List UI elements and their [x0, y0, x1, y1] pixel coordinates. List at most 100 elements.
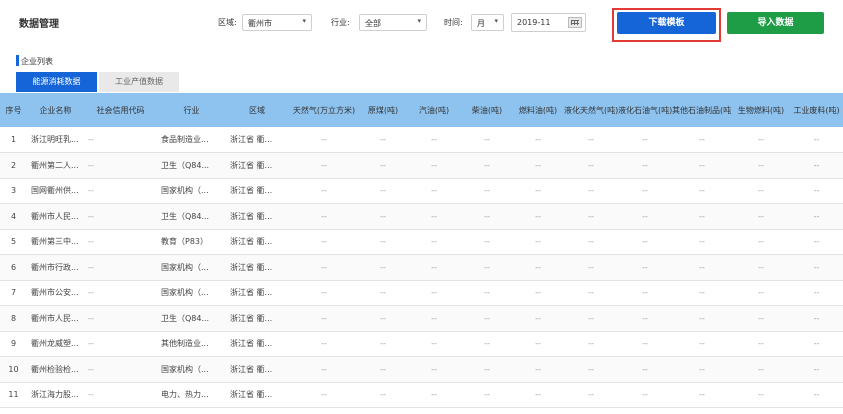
table-row[interactable]: 7 衢州市公安... -- 国家机构（... 浙江省 衢... -- -- -- -- -- -- -… — [0, 280, 843, 306]
table-row[interactable]: 9 衢州龙威塑... -- 其他制造业... 浙江省 衢... -- -- -- -- -- -- -… — [0, 331, 843, 357]
download-template-button[interactable]: 下载模板 — [617, 12, 716, 34]
table-row[interactable]: 3 国网衢州供... -- 国家机构（... 浙江省 衢... -- -- -- -- -- -- -… — [0, 178, 843, 204]
value-cell: -- — [360, 203, 406, 230]
enterprise-name-cell: 衢州第三中... — [27, 229, 84, 255]
industry-cell: 国家机构（... — [157, 178, 226, 204]
table-row[interactable]: 2 衢州第二人... -- 卫生（Q84... 浙江省 衢... -- -- -- -- -- --… — [0, 152, 843, 179]
value-cell: -- — [360, 382, 406, 408]
row-number: 6 — [0, 254, 27, 281]
value-cell: -- — [288, 254, 360, 281]
tab-energy-consumption[interactable]: 能源消耗数据 — [16, 72, 97, 92]
industry-cell: 国家机构（... — [157, 254, 226, 281]
column-header: 原煤(吨) — [360, 93, 406, 127]
value-cell: -- — [288, 203, 360, 230]
value-cell: -- — [672, 382, 732, 408]
credit-code-cell: -- — [84, 229, 157, 255]
value-cell: -- — [512, 356, 564, 383]
value-cell: -- — [406, 229, 462, 255]
region-cell: 浙江省 衢... — [226, 356, 288, 383]
industry-label: 行业: — [331, 18, 350, 27]
date-picker[interactable]: 2019-11 — [511, 13, 586, 32]
column-header: 序号 — [0, 93, 27, 127]
credit-code-cell: -- — [84, 254, 157, 281]
credit-code-cell: -- — [84, 280, 157, 306]
enterprise-name-cell: 衢州检验检... — [27, 356, 84, 383]
value-cell: -- — [618, 152, 672, 179]
value-cell: -- — [406, 127, 462, 153]
table-row[interactable]: 4 衢州市人民... -- 卫生（Q84... 浙江省 衢... -- -- -- -- -- --… — [0, 203, 843, 230]
table-row[interactable]: 5 衢州第三中... -- 教育（P83） 浙江省 衢... -- -- -- -- -- -- --… — [0, 229, 843, 255]
section-accent-bar — [16, 55, 19, 66]
time-label: 时间: — [444, 18, 463, 27]
value-cell: -- — [406, 203, 462, 230]
value-cell: -- — [462, 152, 512, 179]
industry-cell: 国家机构（... — [157, 280, 226, 306]
enterprise-name-cell: 衢州市行政... — [27, 254, 84, 281]
import-data-button[interactable]: 导入数据 — [727, 12, 824, 34]
value-cell: -- — [360, 331, 406, 357]
value-cell: -- — [564, 305, 618, 332]
value-cell: -- — [406, 178, 462, 204]
value-cell: -- — [672, 280, 732, 306]
value-cell: -- — [732, 203, 790, 230]
value-cell: -- — [672, 127, 732, 153]
enterprise-table: 序号 企业名称 社会信用代码 行业 区域 天然气(万立方米) 原煤(吨) 汽油(吨) 柴油(吨)… — [0, 93, 843, 408]
region-cell: 浙江省 衢... — [226, 152, 288, 179]
value-cell: -- — [462, 280, 512, 306]
value-cell: -- — [462, 356, 512, 383]
value-cell: -- — [790, 305, 843, 332]
value-cell: -- — [288, 305, 360, 332]
value-cell: -- — [462, 331, 512, 357]
region-cell: 浙江省 衢... — [226, 127, 288, 153]
value-cell: -- — [732, 254, 790, 281]
time-unit-select[interactable]: 月 ▾ — [471, 14, 504, 31]
value-cell: -- — [672, 152, 732, 179]
value-cell: -- — [360, 254, 406, 281]
value-cell: -- — [462, 178, 512, 204]
region-label: 区域: — [218, 18, 237, 27]
value-cell: -- — [288, 331, 360, 357]
value-cell: -- — [406, 356, 462, 383]
column-header: 其他石油制品(吨) — [672, 93, 732, 127]
region-select[interactable]: 衢州市 ▾ — [242, 14, 312, 31]
credit-code-cell: -- — [84, 127, 157, 153]
value-cell: -- — [406, 280, 462, 306]
value-cell: -- — [790, 203, 843, 230]
value-cell: -- — [732, 280, 790, 306]
table-row[interactable]: 11 浙江海力股... -- 电力、热力... 浙江省 衢... -- -- -- -- -- --… — [0, 382, 843, 408]
credit-code-cell: -- — [84, 178, 157, 204]
value-cell: -- — [618, 280, 672, 306]
industry-cell: 其他制造业... — [157, 331, 226, 357]
value-cell: -- — [406, 331, 462, 357]
table-row[interactable]: 6 衢州市行政... -- 国家机构（... 浙江省 衢... -- -- -- -- -- -- -… — [0, 254, 843, 281]
value-cell: -- — [360, 356, 406, 383]
value-cell: -- — [618, 254, 672, 281]
row-number: 3 — [0, 178, 27, 204]
table-row[interactable]: 10 衢州检验检... -- 国家机构（... 浙江省 衢... -- -- -- -- -- --… — [0, 356, 843, 383]
table-row[interactable]: 8 衢州市人民... -- 卫生（Q84... 浙江省 衢... -- -- -- -- -- --… — [0, 305, 843, 332]
industry-select[interactable]: 全部 ▾ — [359, 14, 427, 31]
value-cell: -- — [672, 178, 732, 204]
region-cell: 浙江省 衢... — [226, 280, 288, 306]
value-cell: -- — [732, 356, 790, 383]
row-number: 2 — [0, 152, 27, 179]
calendar-icon[interactable] — [568, 17, 582, 28]
tab-industrial-output[interactable]: 工业产值数据 — [99, 72, 179, 92]
enterprise-name-cell: 国网衢州供... — [27, 178, 84, 204]
value-cell: -- — [288, 280, 360, 306]
value-cell: -- — [462, 203, 512, 230]
row-number: 7 — [0, 280, 27, 306]
column-header: 燃料油(吨) — [512, 93, 564, 127]
credit-code-cell: -- — [84, 152, 157, 179]
value-cell: -- — [512, 178, 564, 204]
value-cell: -- — [672, 254, 732, 281]
value-cell: -- — [618, 331, 672, 357]
value-cell: -- — [564, 203, 618, 230]
region-cell: 浙江省 衢... — [226, 254, 288, 281]
value-cell: -- — [618, 382, 672, 408]
table-row[interactable]: 1 浙江明旺乳... -- 食品制造业... 浙江省 衢... -- -- -- -- -- -- -… — [0, 127, 843, 153]
value-cell: -- — [512, 229, 564, 255]
column-header: 生物燃料(吨) — [732, 93, 790, 127]
value-cell: -- — [790, 331, 843, 357]
chevron-down-icon: ▾ — [302, 17, 306, 25]
